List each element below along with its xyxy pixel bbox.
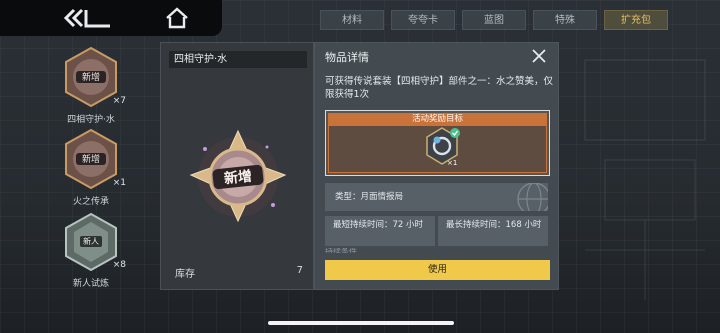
home-indicator[interactable] bbox=[268, 321, 454, 325]
home-button[interactable] bbox=[164, 6, 190, 30]
item-count: ×7 bbox=[112, 96, 126, 106]
item-name: 新人试炼 bbox=[72, 279, 109, 289]
double-chevron-back-icon bbox=[63, 8, 110, 28]
top-nav-panel bbox=[0, 0, 222, 36]
detail-heading: 物品详情 bbox=[325, 51, 369, 64]
item-count: ×8 bbox=[112, 260, 126, 270]
type-text: 类型：月面情报局 bbox=[335, 192, 404, 202]
reward-body: ×1 bbox=[328, 126, 547, 173]
tab-materials[interactable]: 材料 bbox=[320, 10, 384, 30]
reward-quantity: ×1 bbox=[447, 159, 458, 167]
tab-blueprints[interactable]: 蓝图 bbox=[462, 10, 526, 30]
item-title: 四相守护·水 bbox=[169, 51, 307, 68]
tab-praise-cards[interactable]: 夸夸卡 bbox=[391, 10, 455, 30]
stock-value: 7 bbox=[296, 265, 303, 276]
svg-text:新人: 新人 bbox=[83, 236, 99, 246]
item-preview-panel: 四相守护·水 新增 库存 7 bbox=[160, 42, 314, 290]
item-detail-panel: 物品详情 可获得传说套装【四相守护】部件之一：水之赞美，仅限获得1次 活动奖励目… bbox=[314, 42, 559, 290]
reward-box: 活动奖励目标 ×1 bbox=[325, 110, 550, 176]
item-name: 火之传承 bbox=[72, 197, 109, 207]
type-info: 类型：月面情报局 bbox=[325, 183, 548, 211]
tab-special[interactable]: 特殊 bbox=[533, 10, 597, 30]
category-tabs: 材料 夸夸卡 蓝图 特殊 扩充包 bbox=[320, 10, 675, 30]
list-item[interactable]: 新人 ×8 新人试炼 bbox=[46, 210, 136, 292]
item-count: ×1 bbox=[112, 178, 126, 188]
back-button[interactable] bbox=[62, 6, 116, 30]
home-icon bbox=[166, 7, 188, 29]
svg-text:新增: 新增 bbox=[223, 168, 253, 188]
item-description: 可获得传说套装【四相守护】部件之一：水之赞美，仅限获得1次 bbox=[325, 76, 554, 100]
list-item[interactable]: 新增 ×1 火之传承 bbox=[46, 128, 136, 210]
top-bar: 材料 夸夸卡 蓝图 特殊 扩充包 bbox=[0, 0, 720, 38]
close-icon bbox=[532, 49, 546, 63]
min-duration: 最短持续时间：72 小时 bbox=[325, 216, 435, 246]
background-circuit-decoration bbox=[584, 59, 706, 300]
scroll-clipped-text: 持续条件 bbox=[325, 248, 357, 253]
max-duration: 最长持续时间：168 小时 bbox=[438, 216, 548, 246]
svg-text:新增: 新增 bbox=[82, 153, 100, 165]
use-button[interactable]: 使用 bbox=[325, 260, 550, 280]
stock-label: 库存 bbox=[175, 269, 195, 280]
list-item[interactable]: 新增 ×7 四相守护·水 bbox=[46, 46, 136, 128]
close-button[interactable] bbox=[530, 47, 548, 65]
item-name: 四相守护·水 bbox=[67, 115, 115, 125]
globe-watermark-icon bbox=[517, 183, 548, 211]
svg-text:新增: 新增 bbox=[82, 71, 100, 83]
tab-expansion-packs[interactable]: 扩充包 bbox=[604, 10, 668, 30]
reward-header: 活动奖励目标 bbox=[328, 113, 547, 126]
expansion-pack-badge-icon: 新增 bbox=[189, 129, 287, 223]
duration-info: 最短持续时间：72 小时 最长持续时间：168 小时 bbox=[325, 216, 548, 246]
